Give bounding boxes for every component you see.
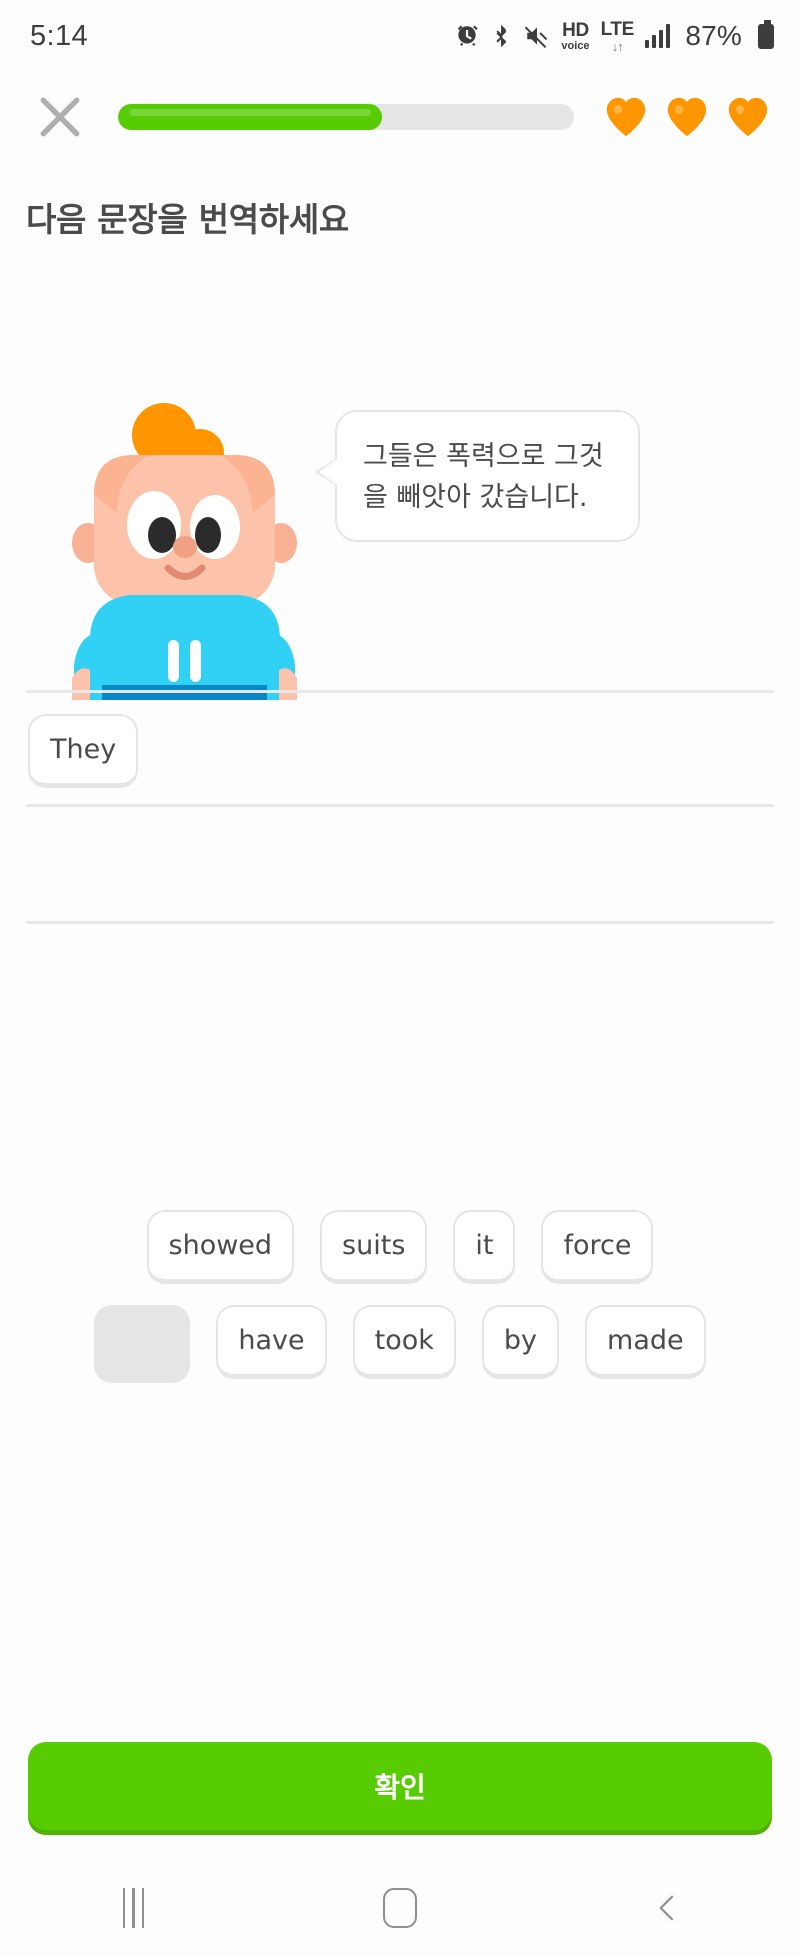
android-nav-bar	[0, 1860, 800, 1956]
home-icon	[382, 1888, 417, 1928]
answer-line[interactable]	[26, 807, 774, 924]
alarm-icon	[458, 25, 479, 46]
mute-icon	[525, 26, 548, 49]
lesson-header	[0, 82, 800, 152]
eye-pupil-icon	[148, 517, 176, 553]
lesson-progress-bar	[118, 104, 574, 130]
hd-sub-label: voice	[561, 39, 590, 52]
character-avatar	[72, 403, 297, 700]
recents-icon	[122, 1888, 145, 1928]
word-bank-row: have took by made	[26, 1305, 774, 1383]
word-tile-used-placeholder	[94, 1305, 191, 1383]
word-bank-row: showed suits it force	[26, 1210, 774, 1284]
signal-icon	[644, 24, 671, 48]
speech-bubble-text: 그들은 폭력으로 그것을 빼앗아 갔습니다.	[363, 441, 604, 514]
status-bar-clock: 5:14	[30, 19, 89, 52]
lte-icon: LTE ↓↑	[600, 18, 635, 54]
placed-word-tile[interactable]: They	[28, 714, 139, 788]
heart-icon	[604, 96, 648, 138]
word-tile[interactable]: made	[585, 1305, 706, 1379]
word-tile[interactable]: it	[453, 1210, 516, 1284]
answer-area[interactable]: They	[26, 690, 774, 1041]
hd-label: HD	[562, 19, 589, 41]
hd-voice-icon: HD voice	[561, 21, 589, 52]
lesson-progress-shine	[129, 109, 372, 116]
hearts-counter[interactable]	[604, 96, 770, 138]
word-tile[interactable]: have	[216, 1305, 327, 1379]
lte-arrows: ↓↑	[611, 38, 624, 54]
word-bank[interactable]: showed suits it force have took by made	[26, 1210, 774, 1404]
heart-icon	[726, 96, 770, 138]
home-button[interactable]	[330, 1860, 470, 1956]
word-tile[interactable]: by	[481, 1305, 560, 1379]
word-tile[interactable]: force	[541, 1210, 654, 1284]
speech-bubble-tail-inner	[319, 458, 338, 486]
close-icon	[40, 97, 80, 137]
battery-percent-label: 87%	[685, 20, 742, 51]
bluetooth-icon	[496, 25, 507, 47]
answer-line[interactable]: They	[26, 690, 774, 807]
speech-bubble: 그들은 폭력으로 그것을 빼앗아 갔습니다.	[315, 410, 640, 543]
back-icon	[659, 1895, 673, 1921]
drawstring-icon	[168, 640, 179, 682]
word-tile[interactable]: took	[352, 1305, 456, 1379]
check-button[interactable]: 확인	[28, 1742, 772, 1830]
status-bar-icons: HD voice LTE ↓↑ 87%	[454, 18, 774, 54]
back-button[interactable]	[597, 1860, 737, 1956]
lesson-progress-fill	[118, 104, 383, 130]
recents-button[interactable]	[63, 1860, 203, 1956]
word-tile[interactable]: suits	[320, 1210, 428, 1284]
status-bar: 5:14 HD voice LTE ↓↑ 87%	[0, 0, 800, 72]
answer-line[interactable]	[26, 924, 774, 1041]
lte-label: LTE	[600, 18, 635, 40]
heart-icon	[665, 96, 709, 138]
battery-icon	[758, 19, 774, 49]
page-title: 다음 문장을 번역하세요	[26, 200, 349, 239]
close-button[interactable]	[24, 82, 96, 152]
word-tile[interactable]: showed	[146, 1210, 295, 1284]
